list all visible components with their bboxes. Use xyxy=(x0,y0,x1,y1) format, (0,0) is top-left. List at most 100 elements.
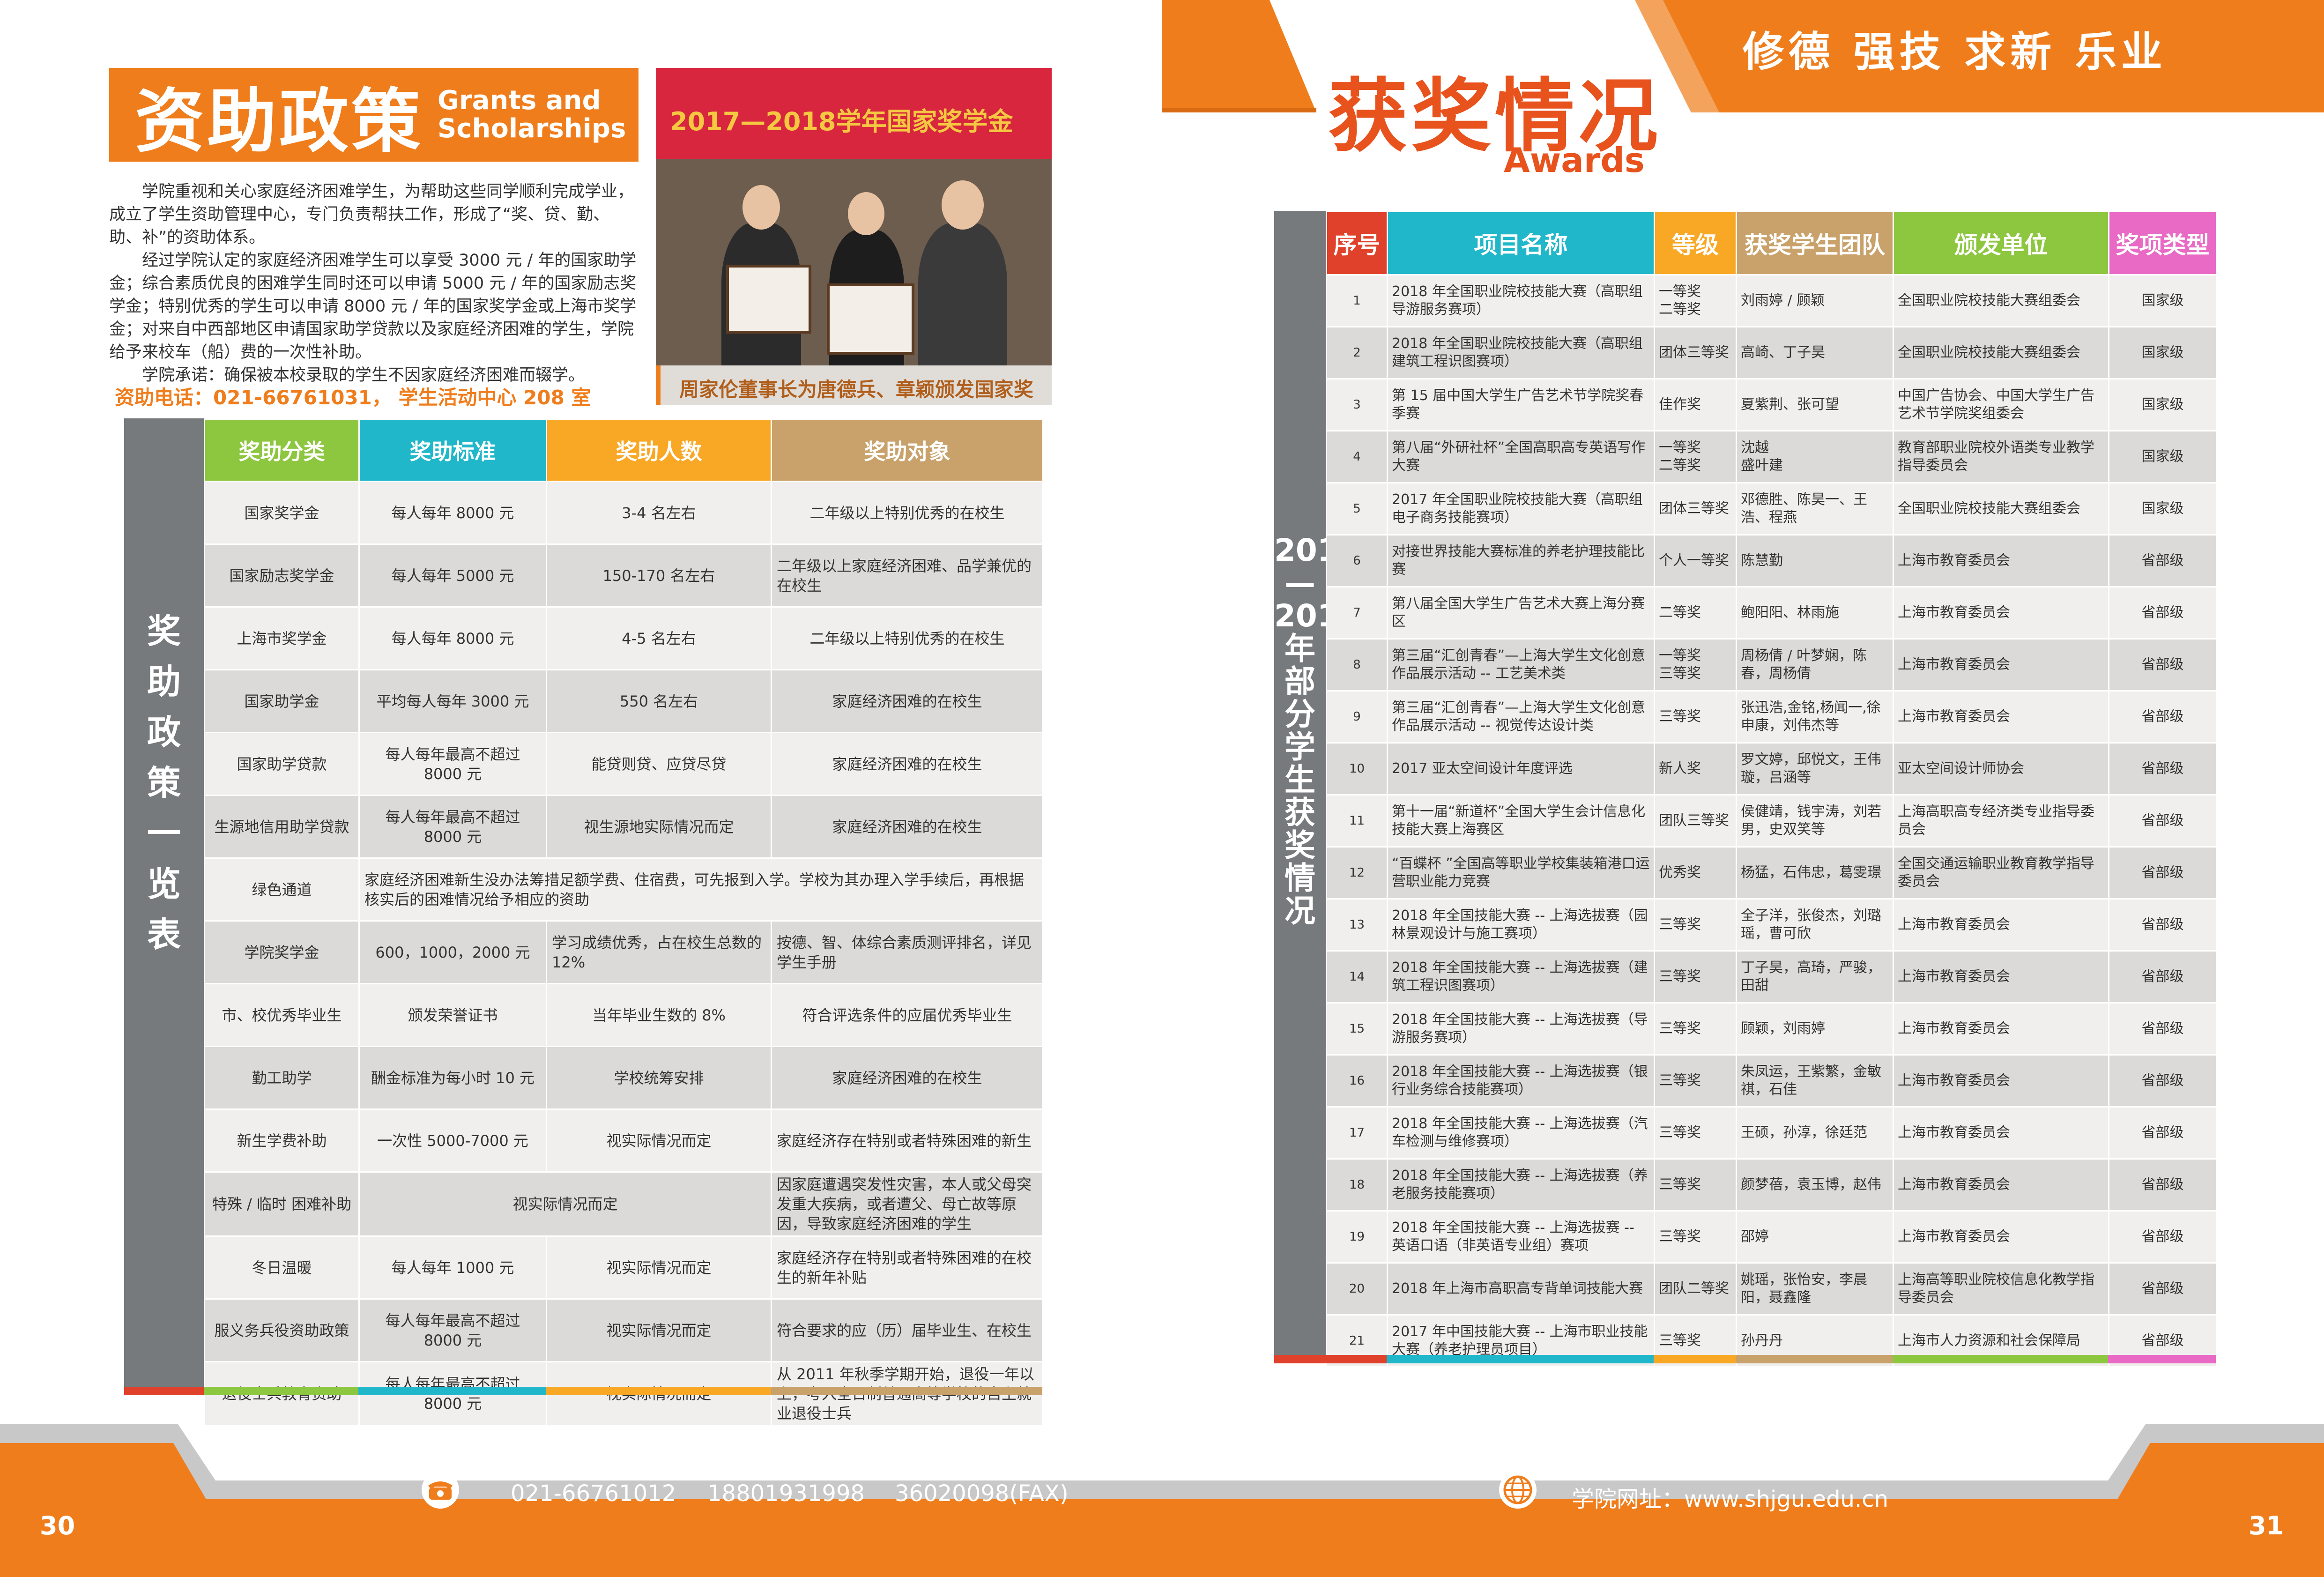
awards-table-row: 6 对接世界技能大赛标准的养老护理技能比赛 个人一等奖 陈慧勤 上海市教育委员会 省部级 xyxy=(1326,534,2217,588)
header-winners: 获奖学生团队 xyxy=(1736,211,1894,275)
award-level: 团体三等奖 xyxy=(1654,482,1737,536)
grant-count: 学校统筹安排 xyxy=(546,1046,772,1110)
award-index: 20 xyxy=(1326,1262,1388,1316)
grant-standard: 视实际情况而定 xyxy=(358,1171,772,1237)
left-color-strip-2 xyxy=(204,1387,358,1395)
awards-table-row: 8 第三届“汇创青春”—上海大学生文化创意作品展示活动 -- 工艺美术类 一等奖 三… xyxy=(1326,638,2217,692)
intro-paragraph-2: 经过学院认定的家庭经济困难学生可以享受 3000 元 / 年的国家助学金；综合素… xyxy=(109,251,637,362)
grant-target: 因家庭遭遇突发性灾害，本人或父母突发重大疾病，或者遭父、母亡故等原因，导致家庭经… xyxy=(771,1171,1044,1237)
grants-phone-line: 资助电话：021-66761031， 学生活动中心 208 室 xyxy=(115,386,591,409)
award-type: 国家级 xyxy=(2108,378,2217,431)
grant-category: 新生学费补助 xyxy=(204,1108,360,1173)
award-winners: 邓德胜、陈昊一、王浩、程燕 xyxy=(1736,482,1894,536)
grants-side-label-char: 览 xyxy=(147,864,181,904)
grants-side-label-char: 奖 xyxy=(147,611,181,651)
photo-certificate-1 xyxy=(726,265,811,334)
award-issuer: 上海市教育委员会 xyxy=(1893,1106,2109,1160)
awards-table-row: 9 第三届“汇创青春”—上海大学生文化创意作品展示活动 -- 视觉传达设计类 三等奖… xyxy=(1326,690,2217,744)
award-winners: 高崎、丁子昊 xyxy=(1736,326,1894,379)
award-winners: 杨猛，石伟忠，葛雯璟 xyxy=(1736,846,1894,900)
grants-table-side-label: 奖助政策一览表 xyxy=(124,606,204,960)
award-index: 6 xyxy=(1326,534,1388,588)
grants-intro: 学院重视和关心家庭经济困难学生，为帮助这些同学顺利完成学业，成立了学生资助管理中… xyxy=(109,180,639,387)
photo-caption-bar: 周家伦董事长为唐德兵、章颖颁发国家奖学金 xyxy=(656,365,1052,405)
grants-table-row: 国家助学金 平均每人每年 3000 元 550 名左右 家庭经济困难的在校生 xyxy=(204,669,1044,733)
awards-title-en: Awards xyxy=(1504,141,1645,180)
award-type: 省部级 xyxy=(2108,1054,2217,1108)
right-color-strip-1 xyxy=(1274,1355,1387,1363)
awards-table-row: 2 2018 年全国职业院校技能大赛（高职组建筑工程识图赛项） 团体三等奖 高崎、丁子… xyxy=(1326,326,2217,379)
award-project: 2018 年全国技能大赛 -- 上海选拔赛 -- 英语口语（非英语专业组）赛项 xyxy=(1387,1210,1655,1264)
award-project: “百蝶杯 ”全国高等职业学校集装箱港口运营职业能力竞赛 xyxy=(1387,846,1655,900)
grant-count: 4-5 名左右 xyxy=(546,606,772,670)
grant-count: 3-4 名左右 xyxy=(546,481,772,545)
header-orange-left-block xyxy=(1162,0,1316,112)
award-level: 团队三等奖 xyxy=(1654,794,1737,848)
awards-side-label-char: 年 xyxy=(1285,631,1315,667)
grants-table-row: 新生学费补助 一次性 5000-7000 元视实际情况而定 家庭经济存在特别或者特殊… xyxy=(204,1108,1044,1173)
award-winners: 邵婷 xyxy=(1736,1210,1894,1264)
grants-table-row: 市、校优秀毕业生 颁发荣誉证书 当年毕业生数的 8% 符合评选条件的应届优秀毕业生 xyxy=(204,983,1044,1047)
awards-side-label-char: 生 xyxy=(1285,762,1315,798)
award-level: 三等奖 xyxy=(1654,1106,1737,1160)
awards-table-row: 13 2018 年全国技能大赛 -- 上海选拔赛（园林景观设计与施工赛项） 三等奖全… xyxy=(1326,898,2217,952)
award-project: 2018 年全国技能大赛 -- 上海选拔赛（建筑工程识图赛项） xyxy=(1387,950,1655,1004)
award-type: 省部级 xyxy=(2108,898,2217,952)
header-level: 等级 xyxy=(1654,211,1737,275)
award-issuer: 上海市教育委员会 xyxy=(1893,898,2109,952)
awards-side-label-char: 分 xyxy=(1285,696,1315,732)
header-orange-left-edge xyxy=(1162,108,1316,112)
award-level: 一等奖 三等奖 xyxy=(1654,638,1737,692)
award-index: 3 xyxy=(1326,378,1388,431)
award-issuer: 上海市教育委员会 xyxy=(1893,1158,2109,1212)
grants-table-side-bar: 奖助政策一览表 xyxy=(124,418,204,1395)
award-issuer: 亚太空间设计师协会 xyxy=(1893,742,2109,796)
award-project: 第八届全国大学生广告艺术大赛上海分赛区 xyxy=(1387,586,1655,640)
header-award-type: 奖项类型 xyxy=(2108,211,2217,275)
grants-title-en-line2: Scholarships xyxy=(438,113,626,144)
grants-table-row: 国家助学贷款 每人每年最高不超过 8000 元能贷则贷、应贷尽贷 家庭经济困难的在校… xyxy=(204,732,1044,796)
award-index: 2 xyxy=(1326,326,1388,379)
grants-table-row: 生源地信用助学贷款 每人每年最高不超过 8000 元视生源地实际情况而定 家庭经济困… xyxy=(204,795,1044,859)
award-project: 第三届“汇创青春”—上海大学生文化创意作品展示活动 -- 工艺美术类 xyxy=(1387,638,1655,692)
awards-table-row: 20 2018 年上海市高职高专背单词技能大赛 团队二等奖 姚瑶，张怡安，李晨阳，聂鑫… xyxy=(1326,1262,2217,1316)
grant-count: 学习成绩优秀，占在校生总数的 12% xyxy=(546,920,772,984)
award-winners: 丁子昊，高琦，严骏，田甜 xyxy=(1736,950,1894,1004)
award-type: 省部级 xyxy=(2108,742,2217,796)
awards-table-section: 2017—2018 年部分学生获奖情况 序号 项目名称 等级 获奖学生团队 颁发单… xyxy=(1274,211,2217,1368)
grant-category: 国家励志奖学金 xyxy=(204,543,360,608)
right-color-strip-2 xyxy=(1387,1355,1654,1363)
awards-table: 序号 项目名称 等级 获奖学生团队 颁发单位 奖项类型 1 2018 年全国职业院… xyxy=(1326,211,2217,1368)
award-type: 省部级 xyxy=(2108,950,2217,1004)
grant-target: 二年级以上家庭经济困难、品学兼优的在校生 xyxy=(771,543,1044,608)
telephone-icon xyxy=(422,1471,459,1509)
grant-count: 能贷则贷、应贷尽贷 xyxy=(546,732,772,796)
left-color-strip-3 xyxy=(358,1387,546,1395)
grants-title-banner: 资助政策 Grants and Scholarships xyxy=(109,68,639,162)
awards-table-row: 5 2017 年全国职业院校技能大赛（高职组电子商务技能赛项） 团体三等奖 邓德胜、陈… xyxy=(1326,482,2217,536)
grants-side-label-char: 政 xyxy=(147,713,181,752)
award-type: 国家级 xyxy=(2108,274,2217,327)
award-type: 省部级 xyxy=(2108,1158,2217,1212)
award-index: 19 xyxy=(1326,1210,1388,1264)
grant-category: 市、校优秀毕业生 xyxy=(204,983,360,1047)
right-color-strip-5 xyxy=(1893,1355,2108,1363)
header-project: 项目名称 xyxy=(1387,211,1655,275)
grant-category: 生源地信用助学贷款 xyxy=(204,795,360,859)
grants-side-label-char: 一 xyxy=(147,814,181,853)
header-category: 奖助分类 xyxy=(204,418,360,482)
award-type: 省部级 xyxy=(2108,1002,2217,1056)
photo-certificate-2 xyxy=(827,283,914,355)
award-type: 省部级 xyxy=(2108,586,2217,640)
award-index: 14 xyxy=(1326,950,1388,1004)
award-index: 18 xyxy=(1326,1158,1388,1212)
award-project: 第十一届“新道杯”全国大学生会计信息化技能大赛上海赛区 xyxy=(1387,794,1655,848)
award-winners: 陈慧勤 xyxy=(1736,534,1894,588)
footer-shapes xyxy=(0,1424,2324,1577)
award-level: 二等奖 xyxy=(1654,586,1737,640)
award-winners: 夏紫荆、张可望 xyxy=(1736,378,1894,431)
awards-table-row: 11 第十一届“新道杯”全国大学生会计信息化技能大赛上海赛区 团队三等奖 侯健靖，钱宇… xyxy=(1326,794,2217,848)
award-type: 省部级 xyxy=(2108,846,2217,900)
right-color-strip-6 xyxy=(2108,1355,2216,1363)
award-project: 2018 年全国职业院校技能大赛（高职组导游服务赛项） xyxy=(1387,274,1655,327)
